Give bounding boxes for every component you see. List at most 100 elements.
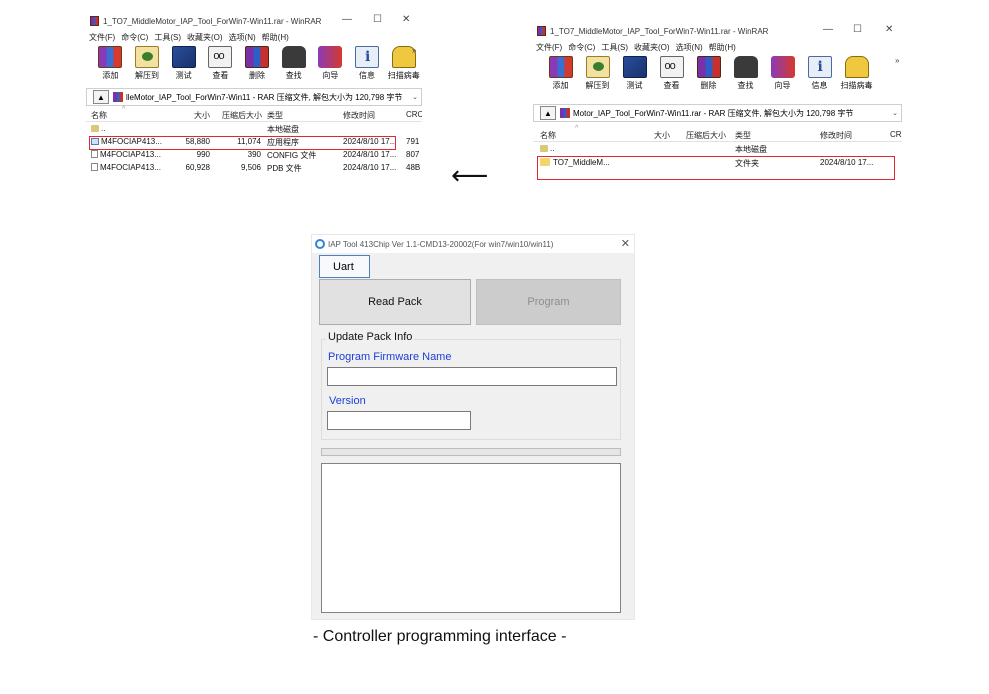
add-button[interactable]: 添加 — [542, 56, 579, 94]
file-crc: 48B — [406, 163, 421, 172]
iap-title-bar: IAP Tool 413Chip Ver 1.1-CMD13-20002(For… — [312, 235, 634, 253]
log-output[interactable] — [321, 463, 621, 613]
virus-scan-icon — [844, 56, 869, 78]
col-modified[interactable]: 修改时间 — [343, 110, 375, 121]
add-label: 添加 — [552, 81, 569, 90]
col-type[interactable]: 类型 — [735, 130, 751, 141]
virus-scan-button[interactable]: 扫描病毒 — [838, 56, 875, 94]
extract-button[interactable]: 解压到 — [129, 46, 166, 84]
tab-uart[interactable]: Uart — [319, 255, 370, 278]
menu-favorites[interactable]: 收藏夹(O) — [187, 32, 223, 45]
col-name[interactable]: 名称 — [91, 110, 107, 121]
version-field[interactable] — [327, 411, 471, 430]
menu-commands[interactable]: 命令(C) — [568, 42, 595, 55]
delete-button[interactable]: 删除 — [239, 46, 276, 84]
delete-button[interactable]: 删除 — [690, 56, 727, 94]
file-type: 本地磁盘 — [267, 125, 299, 134]
menu-file[interactable]: 文件(F) — [536, 42, 562, 55]
info-button[interactable]: 信息 — [349, 46, 386, 84]
col-type[interactable]: 类型 — [267, 110, 283, 121]
parent-folder-icon — [91, 125, 99, 132]
col-size[interactable]: 大小 — [654, 130, 670, 141]
info-icon — [807, 56, 832, 78]
window-title: 1_TO7_MiddleMotor_IAP_Tool_ForWin7-Win11… — [103, 16, 322, 26]
firmware-name-field[interactable] — [327, 367, 617, 386]
caption: - Controller programming interface - — [313, 628, 567, 645]
find-label: 查找 — [737, 81, 754, 90]
add-label: 添加 — [102, 71, 119, 80]
up-folder-button[interactable]: ▲ — [93, 90, 109, 104]
wizard-button[interactable]: 向导 — [764, 56, 801, 94]
toolbar-overflow-icon[interactable]: » — [895, 56, 899, 65]
menu-favorites[interactable]: 收藏夹(O) — [634, 42, 670, 55]
find-button[interactable]: 查找 — [275, 46, 312, 84]
file-name: M4FOCIAP413... — [91, 150, 161, 159]
file-packed: 390 — [247, 150, 261, 159]
add-button[interactable]: 添加 — [92, 46, 129, 84]
file-list-header: 名称 ^ 大小 压缩后大小 类型 修改时间 CRC — [86, 106, 422, 122]
file-crc: 807 — [406, 150, 420, 159]
menu-file[interactable]: 文件(F) — [89, 32, 115, 45]
close-button[interactable]: ✕ — [885, 24, 893, 35]
minimize-button[interactable]: — — [342, 14, 352, 25]
path-dropdown-icon[interactable]: ⌄ — [892, 109, 898, 117]
maximize-button[interactable]: ☐ — [853, 24, 862, 35]
virus-scan-button[interactable]: 扫描病毒 — [385, 46, 422, 84]
col-crc[interactable]: CR — [890, 130, 902, 139]
close-button[interactable]: ✕ — [402, 14, 410, 25]
col-packed[interactable]: 压缩后大小 — [222, 110, 262, 121]
up-folder-button[interactable]: ▲ — [540, 106, 556, 120]
menu-bar: 文件(F) 命令(C) 工具(S) 收藏夹(O) 选项(N) 帮助(H) — [86, 32, 422, 45]
wizard-button[interactable]: 向导 — [312, 46, 349, 84]
menu-help[interactable]: 帮助(H) — [262, 32, 289, 45]
test-button[interactable]: 测试 — [165, 46, 202, 84]
delete-icon — [696, 56, 721, 78]
menu-tools[interactable]: 工具(S) — [601, 42, 628, 55]
col-packed[interactable]: 压缩后大小 — [686, 130, 726, 141]
file-modified: 2024/8/10 17... — [343, 150, 397, 159]
menu-options[interactable]: 选项(N) — [229, 32, 256, 45]
winrar-window-left: 1_TO7_MiddleMotor_IAP_Tool_ForWin7-Win11… — [86, 12, 422, 184]
close-icon[interactable]: ✕ — [621, 237, 630, 250]
minimize-button[interactable]: — — [823, 24, 833, 35]
extract-icon — [585, 56, 610, 78]
title-bar: 1_TO7_MiddleMotor_IAP_Tool_ForWin7-Win11… — [86, 12, 422, 30]
extract-label: 解压到 — [135, 71, 159, 80]
file-row[interactable]: M4FOCIAP413... 60,928 9,506 PDB 文件 2024/… — [86, 161, 422, 174]
file-row[interactable]: .. 本地磁盘 — [86, 122, 422, 135]
toolbar: 添加 解压到 测试 查看 删除 查找 向导 信息 扫描病毒 — [86, 46, 422, 84]
menu-tools[interactable]: 工具(S) — [154, 32, 181, 45]
menu-commands[interactable]: 命令(C) — [121, 32, 148, 45]
program-button[interactable]: Program — [476, 279, 621, 325]
sort-indicator-icon: ^ — [575, 125, 579, 132]
version-label: Version — [329, 395, 366, 407]
info-button[interactable]: 信息 — [801, 56, 838, 94]
col-size[interactable]: 大小 — [194, 110, 210, 121]
toolbar-overflow-icon[interactable]: » — [412, 46, 416, 55]
menu-help[interactable]: 帮助(H) — [709, 42, 736, 55]
file-row[interactable]: .. 本地磁盘 — [533, 142, 902, 155]
wizard-label: 向导 — [322, 71, 339, 80]
file-crc: 791 — [406, 137, 420, 146]
path-dropdown-icon[interactable]: ⌄ — [412, 93, 418, 101]
read-pack-button[interactable]: Read Pack — [319, 279, 471, 325]
view-button[interactable]: 查看 — [202, 46, 239, 84]
extract-icon — [135, 46, 159, 68]
maximize-button[interactable]: ☐ — [373, 14, 382, 25]
view-button[interactable]: 查看 — [653, 56, 690, 94]
virus-scan-label: 扫描病毒 — [387, 71, 420, 80]
col-modified[interactable]: 修改时间 — [820, 130, 852, 141]
window-title: 1_TO7_MiddleMotor_IAP_Tool_ForWin7-Win11… — [550, 26, 769, 36]
extract-button[interactable]: 解压到 — [579, 56, 616, 94]
find-button[interactable]: 查找 — [727, 56, 764, 94]
view-label: 查看 — [663, 81, 680, 90]
file-name: M4FOCIAP413... — [91, 163, 161, 172]
test-label: 测试 — [175, 71, 192, 80]
firmware-name-label: Program Firmware Name — [328, 351, 452, 363]
col-crc[interactable]: CRC — [406, 110, 422, 119]
iap-tool-window: IAP Tool 413Chip Ver 1.1-CMD13-20002(For… — [311, 234, 635, 620]
col-name[interactable]: 名称 — [540, 130, 556, 141]
view-icon — [208, 46, 233, 68]
test-button[interactable]: 测试 — [616, 56, 653, 94]
menu-options[interactable]: 选项(N) — [676, 42, 703, 55]
